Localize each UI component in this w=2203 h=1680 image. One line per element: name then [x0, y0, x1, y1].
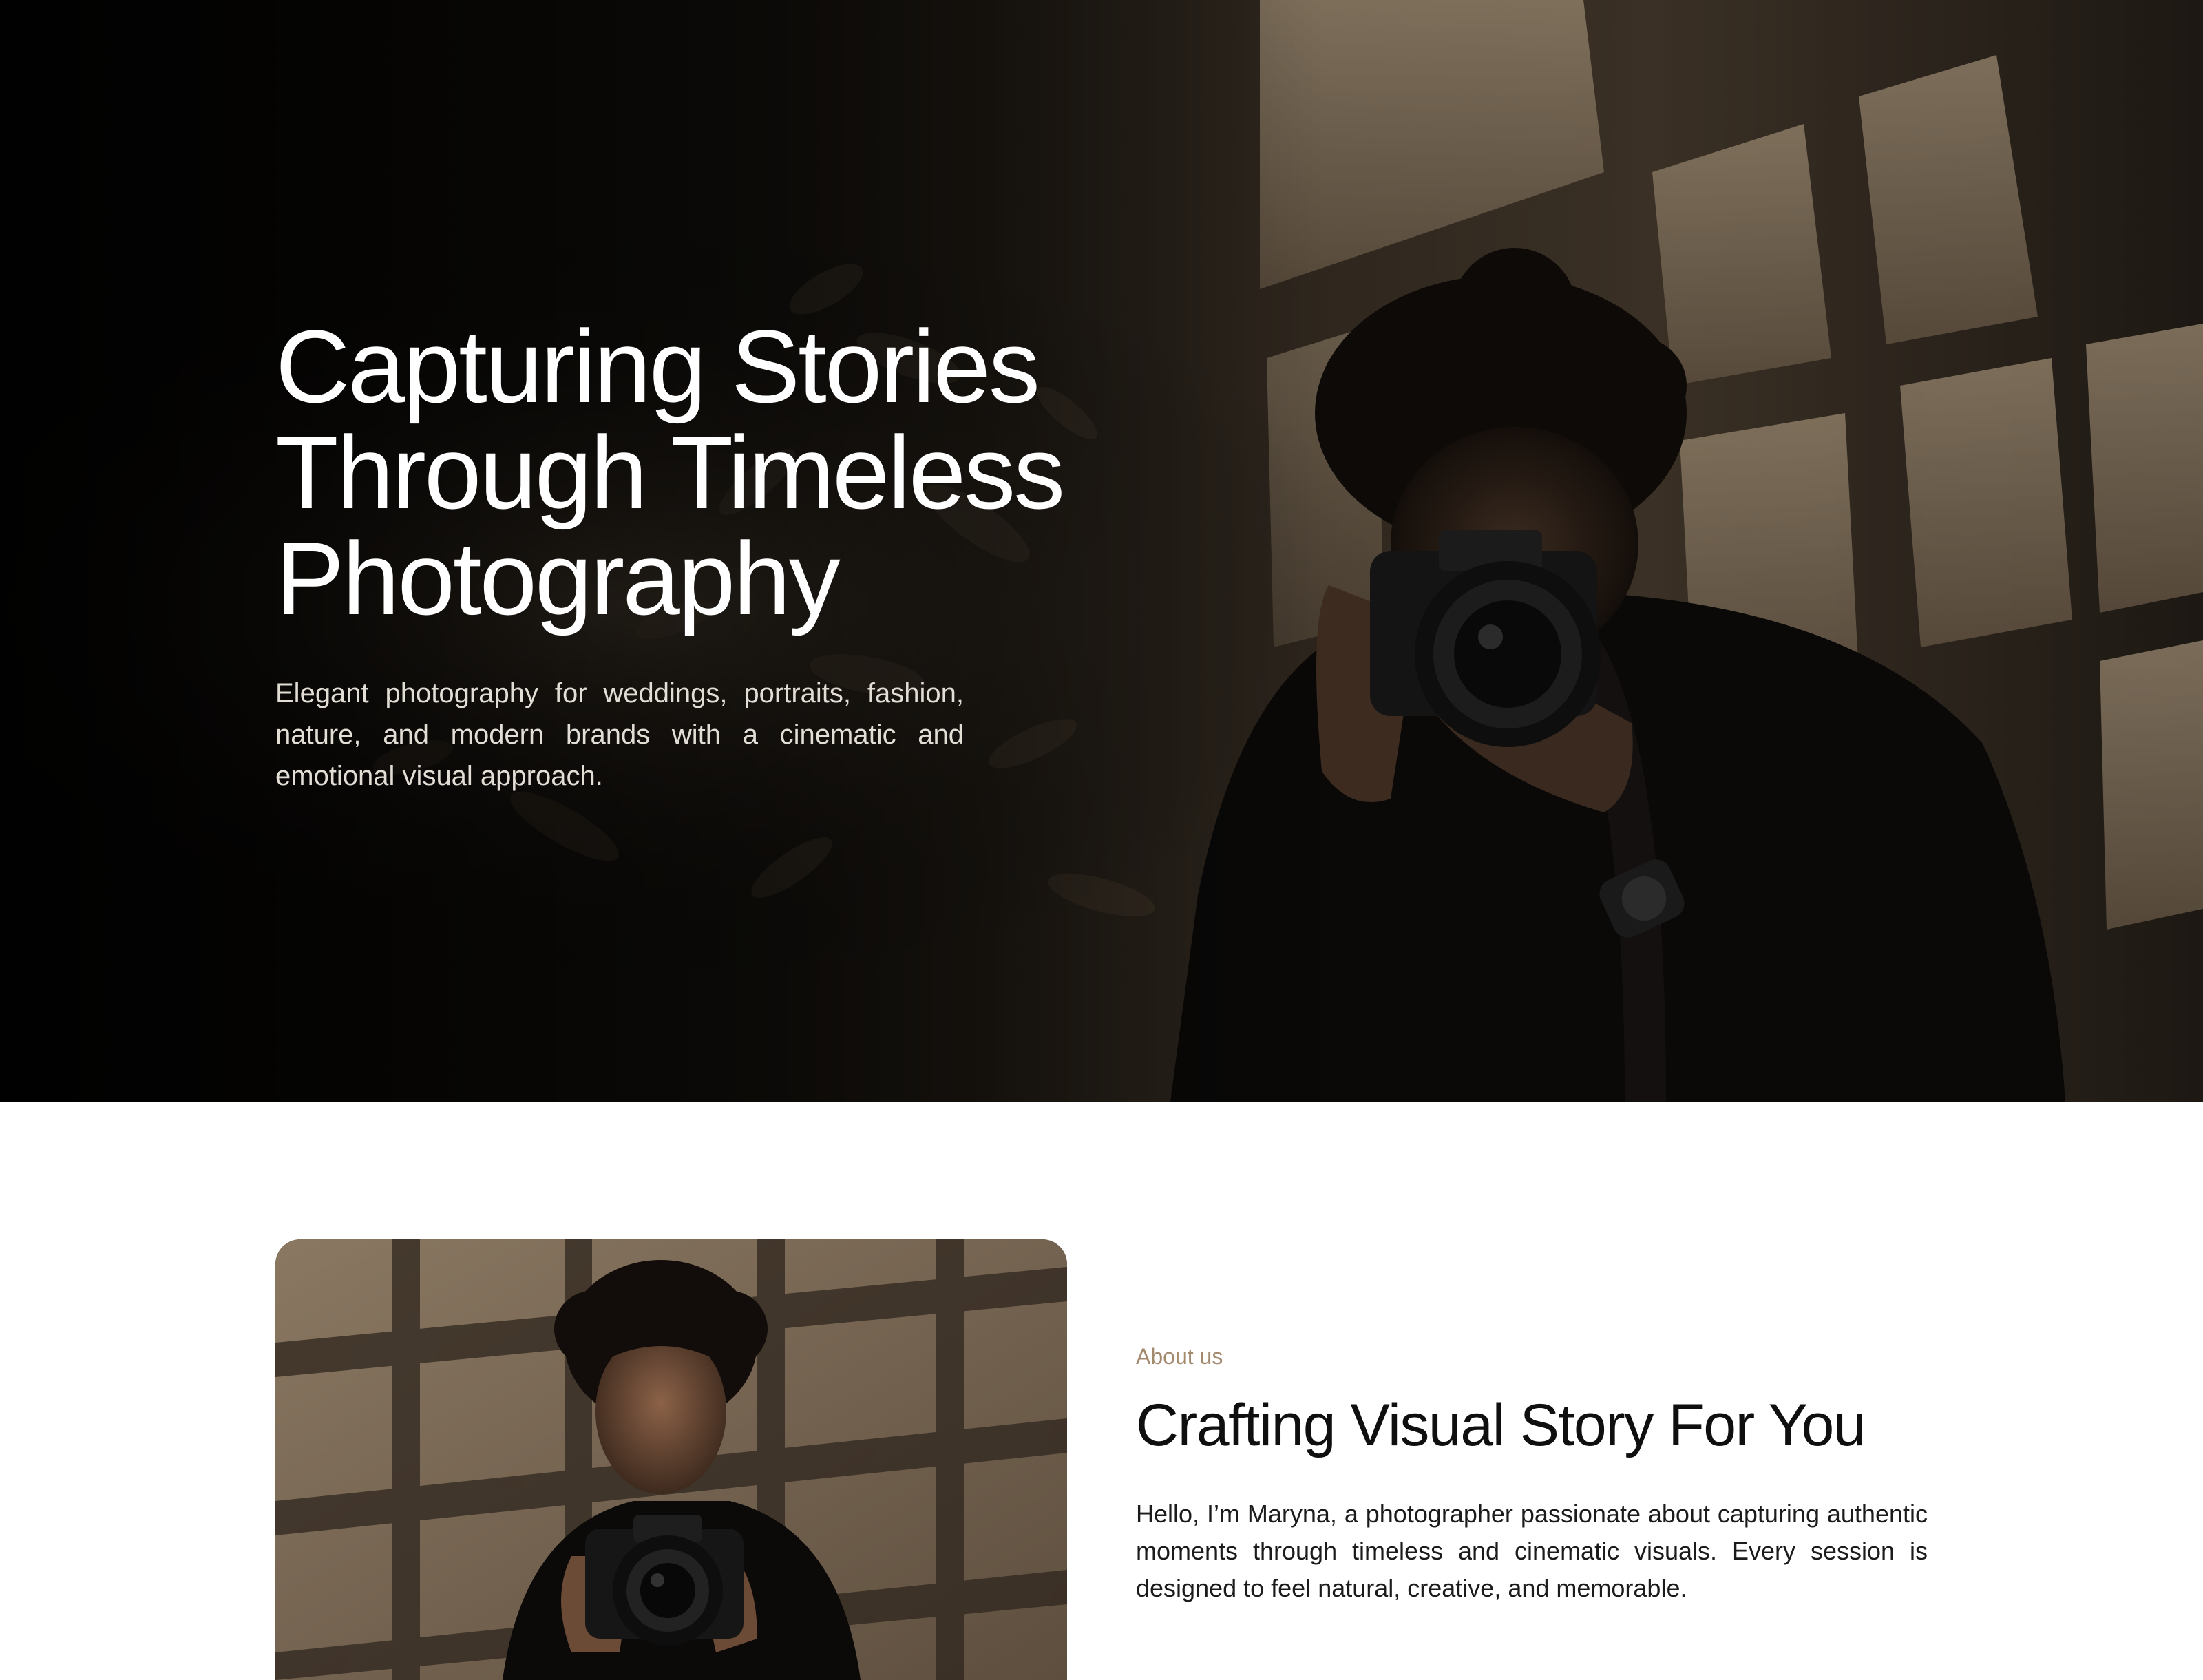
- about-portrait-image: [275, 1239, 1067, 1680]
- about-section: About us Crafting Visual Story For You H…: [0, 1102, 2203, 1680]
- hero-subtitle: Elegant photography for weddings, portra…: [275, 678, 964, 791]
- hero-text-block: Capturing Stories Through Timeless Photo…: [275, 313, 1088, 797]
- hero-title: Capturing Stories Through Timeless Photo…: [275, 313, 1088, 631]
- hero-title-line-1: Capturing Stories: [275, 308, 1040, 424]
- about-heading: Crafting Visual Story For You: [1136, 1392, 1866, 1458]
- about-image: [275, 1239, 1067, 1680]
- hero-title-line-2: Through Timeless: [275, 414, 1065, 530]
- about-eyebrow: About us: [1136, 1344, 1223, 1369]
- hero-section: Capturing Stories Through Timeless Photo…: [0, 0, 2203, 1102]
- about-body: Hello, I’m Maryna, a photographer passio…: [1136, 1500, 1928, 1602]
- about-text-block: About us Crafting Visual Story For You H…: [1136, 1343, 1928, 1607]
- hero-title-line-3: Photography: [275, 521, 841, 636]
